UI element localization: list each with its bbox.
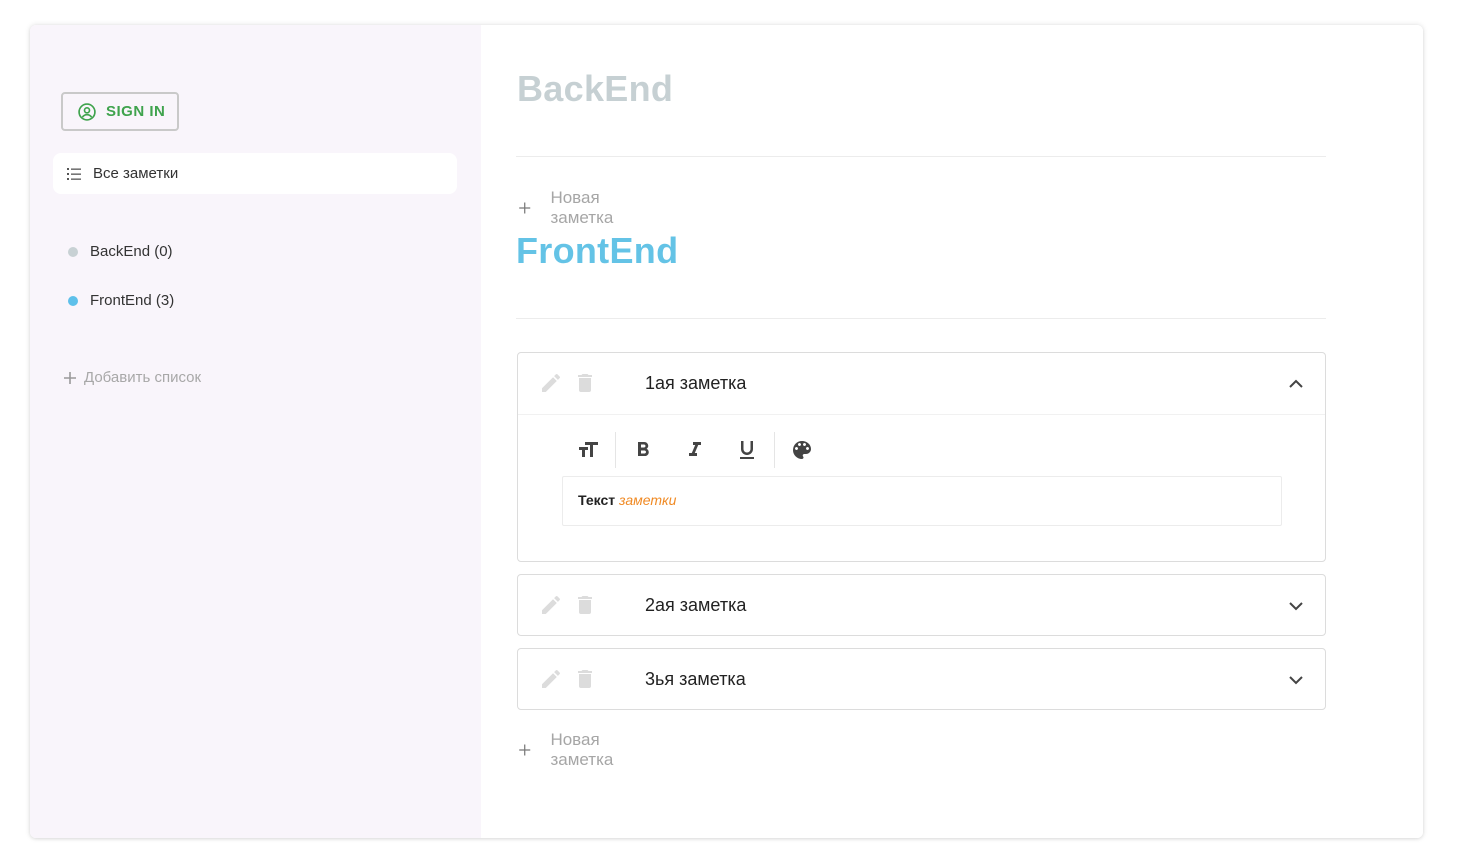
sidebar: SIGN IN Все заметки BackEnd (0) FrontEnd… [30,25,481,838]
note-card: 1ая заметка Текст заметки [517,352,1326,562]
list-color-dot [68,295,78,306]
add-list-button[interactable]: Добавить список [63,369,201,386]
editor-toolbar [562,431,828,469]
pencil-icon[interactable] [539,593,563,617]
new-note-button-backend[interactable]: Новая заметка [518,188,622,228]
divider [516,318,1326,319]
list-icon [67,167,81,180]
new-note-label: Новая заметка [550,188,614,227]
pencil-icon[interactable] [539,667,563,691]
bold-icon [638,442,649,456]
divider [516,156,1326,157]
new-note-label: Новая заметка [550,730,614,769]
note-editor[interactable]: Текст заметки [562,476,1282,526]
note-title: 1ая заметка [645,373,747,393]
chevron-down-icon[interactable] [1287,671,1305,689]
editor-italic-text: заметки [619,492,677,508]
note-header[interactable]: 2ая заметка [518,575,1325,636]
note-body: Текст заметки [518,414,1325,544]
italic-icon [689,442,701,456]
all-notes-label: Все заметки [93,165,179,182]
note-header[interactable]: 1ая заметка [518,353,1325,414]
italic-button[interactable] [669,431,721,469]
palette-icon [793,441,811,459]
section-title-backend: BackEnd [517,68,674,109]
section-title-frontend: FrontEnd [516,230,679,271]
editor-bold-text: Текст [578,492,616,508]
sign-in-label: SIGN IN [106,103,166,120]
list-label: BackEnd (0) [90,243,173,260]
note-title: 2ая заметка [645,595,747,615]
all-notes-item[interactable]: Все заметки [53,153,457,194]
chevron-down-icon[interactable] [1287,597,1305,615]
text-size-button[interactable] [562,431,614,469]
note-card: 3ья заметка [517,648,1326,710]
sidebar-list-backend[interactable]: BackEnd (0) [68,243,173,260]
toolbar-separator [774,432,775,468]
plus-icon [64,371,76,384]
plus-icon [519,202,531,214]
note-card: 2ая заметка [517,574,1326,636]
note-header[interactable]: 3ья заметка [518,649,1325,710]
pencil-icon[interactable] [539,371,563,395]
text-size-icon [579,442,598,457]
underline-button[interactable] [721,431,773,469]
toolbar-separator [615,432,616,468]
underline-icon [740,441,754,459]
add-list-label: Добавить список [84,369,202,386]
list-color-dot [68,246,78,257]
sidebar-list-frontend[interactable]: FrontEnd (3) [68,292,174,309]
note-title: 3ья заметка [645,669,746,689]
sign-in-button[interactable]: SIGN IN [61,92,179,131]
list-label: FrontEnd (3) [90,292,175,309]
bold-button[interactable] [617,431,669,469]
trash-icon[interactable] [573,593,597,617]
account-circle-icon [78,102,96,121]
trash-icon[interactable] [573,667,597,691]
chevron-up-icon[interactable] [1287,375,1305,393]
new-note-button-frontend[interactable]: Новая заметка [518,730,622,770]
plus-icon [519,744,531,756]
color-button[interactable] [776,431,828,469]
trash-icon[interactable] [573,371,597,395]
